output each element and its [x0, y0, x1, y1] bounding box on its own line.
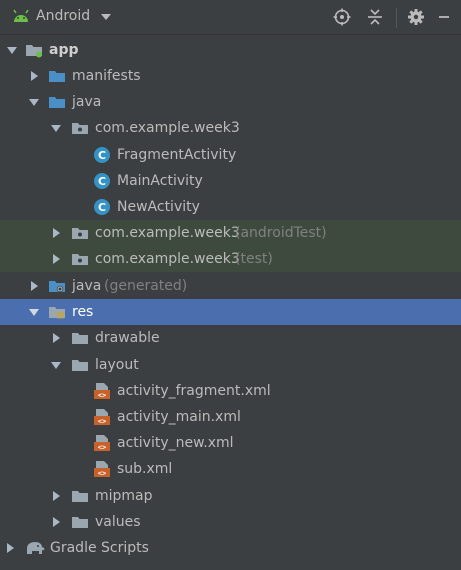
source-set-suffix: (androidTest)	[235, 225, 327, 241]
expanded-arrow-icon[interactable]	[28, 96, 40, 108]
tree-item-label: values	[95, 514, 141, 530]
collapse-all-icon[interactable]	[366, 8, 384, 26]
svg-text:C: C	[98, 201, 106, 214]
tree-item-label: layout	[95, 357, 139, 373]
tree-item-main-activity[interactable]: C MainActivity	[0, 168, 461, 194]
source-folder-icon	[49, 97, 65, 108]
class-icon: C	[94, 173, 110, 189]
tree-item-drawable[interactable]: drawable	[0, 325, 461, 351]
tree-item-label: app	[49, 42, 79, 58]
generated-source-folder-icon	[49, 281, 65, 293]
svg-text:<>: <>	[98, 444, 106, 452]
tree-item-app[interactable]: app	[0, 37, 461, 63]
tree-item-gradle-scripts[interactable]: Gradle Scripts	[0, 535, 461, 561]
project-toolbar: Android	[0, 0, 461, 35]
collapsed-arrow-icon[interactable]	[50, 490, 62, 502]
collapsed-arrow-icon[interactable]	[50, 253, 62, 265]
folder-icon	[72, 517, 88, 528]
tree-item-label: activity_main.xml	[117, 409, 241, 425]
xml-layout-file-icon: <>	[94, 461, 110, 478]
source-set-suffix: (test)	[235, 251, 273, 267]
minimize-icon[interactable]	[436, 8, 452, 26]
tree-item-fragment-activity[interactable]: C FragmentActivity	[0, 142, 461, 168]
tree-item-label: com.example.week3	[95, 251, 240, 267]
expanded-arrow-icon[interactable]	[50, 122, 62, 134]
tree-item-label: NewActivity	[117, 199, 200, 215]
tree-item-label: sub.xml	[117, 461, 173, 477]
tree-item-label: activity_new.xml	[117, 435, 234, 451]
tree-item-sub-xml[interactable]: <> sub.xml	[0, 456, 461, 482]
tree-item-activity-fragment-xml[interactable]: <> activity_fragment.xml	[0, 378, 461, 404]
tree-item-label: com.example.week3	[95, 225, 240, 241]
tree-item-mipmap[interactable]: mipmap	[0, 483, 461, 509]
collapsed-arrow-icon[interactable]	[50, 516, 62, 528]
package-icon	[72, 254, 88, 265]
tree-item-label: drawable	[95, 330, 160, 346]
svg-text:<>: <>	[98, 470, 106, 478]
collapsed-arrow-icon[interactable]	[50, 332, 62, 344]
tree-item-label: mipmap	[95, 488, 153, 504]
toolbar-separator	[396, 8, 397, 28]
tree-item-label: manifests	[72, 68, 141, 84]
resource-folder-icon	[49, 307, 65, 319]
tree-item-res[interactable]: res	[0, 299, 461, 325]
tree-item-label: java	[72, 278, 102, 294]
folder-icon	[49, 71, 65, 82]
android-icon	[13, 9, 29, 22]
tree-item-package-android-test[interactable]: com.example.week3 (androidTest)	[0, 220, 461, 246]
module-folder-icon	[26, 45, 42, 58]
class-icon: C	[94, 199, 110, 215]
folder-icon	[72, 360, 88, 371]
tree-item-label: MainActivity	[117, 173, 203, 189]
tree-item-activity-new-xml[interactable]: <> activity_new.xml	[0, 430, 461, 456]
tree-item-java[interactable]: java	[0, 89, 461, 115]
collapsed-arrow-icon[interactable]	[50, 227, 62, 239]
tree-item-activity-main-xml[interactable]: <> activity_main.xml	[0, 404, 461, 430]
svg-text:C: C	[98, 175, 106, 188]
folder-icon	[72, 333, 88, 344]
project-view-title[interactable]: Android	[36, 8, 90, 24]
gradle-elephant-icon	[27, 542, 45, 554]
tree-item-package-main[interactable]: com.example.week3	[0, 115, 461, 141]
tree-item-label: com.example.week3	[95, 120, 240, 136]
tree-item-values[interactable]: values	[0, 509, 461, 535]
chevron-down-icon[interactable]	[100, 12, 112, 22]
tree-item-label: FragmentActivity	[117, 147, 237, 163]
svg-text:C: C	[98, 149, 106, 162]
tree-item-label: java	[72, 94, 102, 110]
collapsed-arrow-icon[interactable]	[4, 542, 16, 554]
locate-icon[interactable]	[333, 8, 351, 26]
xml-layout-file-icon: <>	[94, 435, 110, 452]
expanded-arrow-icon[interactable]	[6, 44, 18, 56]
tree-item-package-test[interactable]: com.example.week3 (test)	[0, 246, 461, 272]
svg-text:<>: <>	[98, 418, 106, 426]
collapsed-arrow-icon[interactable]	[28, 280, 40, 292]
tree-item-manifests[interactable]: manifests	[0, 63, 461, 89]
expanded-arrow-icon[interactable]	[50, 359, 62, 371]
tree-item-new-activity[interactable]: C NewActivity	[0, 194, 461, 220]
class-icon: C	[94, 147, 110, 163]
package-icon	[72, 123, 88, 134]
package-icon	[72, 228, 88, 239]
tree-item-label: res	[72, 304, 94, 320]
collapsed-arrow-icon[interactable]	[28, 70, 40, 82]
tree-item-layout[interactable]: layout	[0, 352, 461, 378]
tree-item-java-generated[interactable]: java (generated)	[0, 273, 461, 299]
xml-layout-file-icon: <>	[94, 409, 110, 426]
folder-icon	[72, 491, 88, 502]
svg-text:<>: <>	[98, 392, 106, 400]
generated-suffix: (generated)	[104, 278, 188, 294]
expanded-arrow-icon[interactable]	[28, 306, 40, 318]
tree-item-label: Gradle Scripts	[50, 540, 149, 556]
tree-item-label: activity_fragment.xml	[117, 383, 271, 399]
xml-layout-file-icon: <>	[94, 383, 110, 400]
settings-icon[interactable]	[407, 8, 425, 26]
